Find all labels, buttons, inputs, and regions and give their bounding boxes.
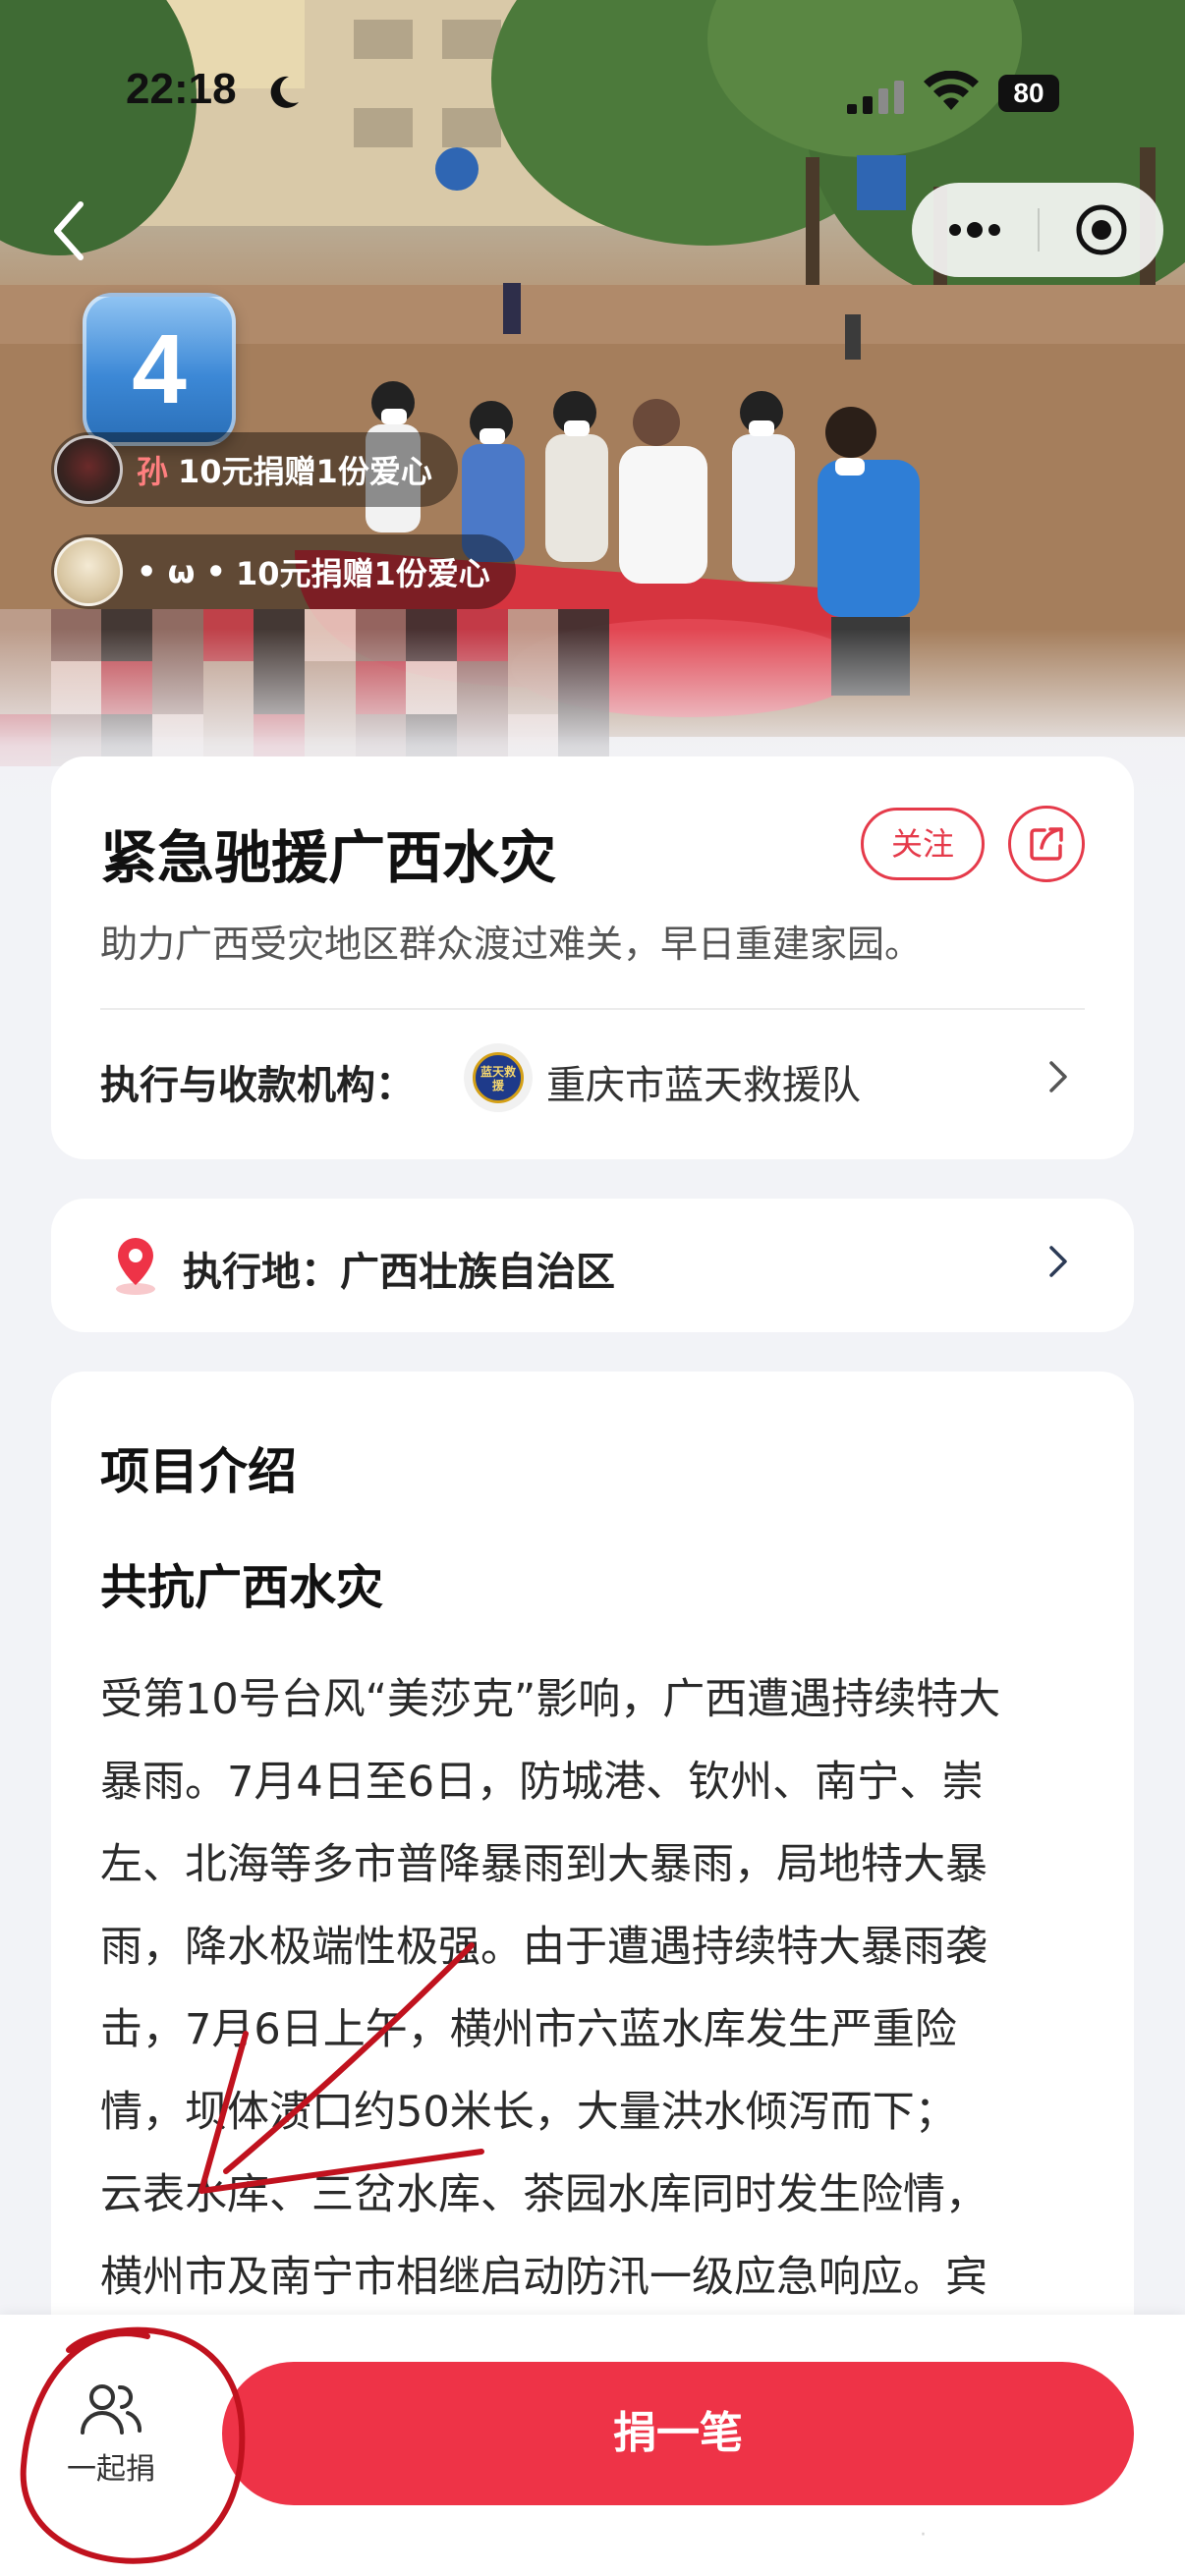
avatar (54, 435, 123, 504)
target-close-icon (1076, 204, 1127, 255)
intro-line: 云表水库、三岔水库、茶园水库同时发生险情， (100, 2170, 988, 2219)
share-icon (1030, 827, 1063, 861)
donate-together-label: 一起捐 (67, 2452, 155, 2487)
cellular-signal-icon (847, 81, 904, 114)
chevron-right-icon[interactable] (1045, 1057, 1071, 1096)
bottom-action-bar: 一起捐 捐一笔 (0, 2315, 1185, 2576)
org-logo-badge: 蓝天救援 (473, 1052, 524, 1103)
org-label: 执行与收款机构： (100, 1063, 415, 1108)
section-heading: 项目介绍 (100, 1443, 297, 1500)
intro-line: 横州市及南宁市相继启动防汛一级应急响应。宾 (100, 2253, 988, 2302)
miniprogram-capsule (912, 183, 1163, 277)
rank-badge: 4 (83, 293, 236, 446)
status-time: 22:18 (126, 65, 237, 113)
divider (100, 1008, 1085, 1010)
org-logo[interactable]: 蓝天救援 (464, 1043, 533, 1112)
intro-line: 情，坝体溃口约50米长，大量洪水倾泻而下； (100, 2088, 957, 2137)
intro-paragraph: 受第10号台风“美莎克”影响，广西遭遇持续特大 暴雨。7月4日至6日，防城港、钦… (100, 1658, 1093, 2319)
donor-name: • ω • (137, 553, 226, 590)
donation-message: 10元捐赠1份爱心 (178, 453, 432, 490)
donate-together-button[interactable]: 一起捐 (47, 2381, 175, 2509)
location-pin-icon (116, 1238, 155, 1295)
project-summary-card: 紧急驰援广西水灾 关注 助力广西受灾地区群众渡过难关，早日重建家园。 执行与收款… (51, 756, 1134, 1159)
org-name-link[interactable]: 重庆市蓝天救援队 (546, 1053, 861, 1110)
follow-button[interactable]: 关注 (861, 808, 985, 880)
share-button[interactable] (1008, 806, 1085, 882)
avatar (54, 537, 123, 606)
intro-line: 左、北海等多市普降暴雨到大暴雨，局地特大暴 (100, 1840, 988, 1889)
intro-line: 雨，降水极端性极强。由于遭遇持续特大暴雨袭 (100, 1923, 988, 1972)
chevron-right-icon (1049, 1246, 1067, 1277)
intro-line: 受第10号台风“美莎克”影响，广西遭遇持续特大 (100, 1675, 1001, 1724)
location-card[interactable]: 执行地：广西壮族自治区 (51, 1199, 1134, 1332)
wifi-icon (924, 71, 979, 110)
donor-name: 孙 (137, 453, 169, 490)
watermark: · (920, 2523, 927, 2548)
location-label: 执行地：广西壮族自治区 (183, 1250, 615, 1295)
more-dots-icon (949, 222, 1000, 238)
donation-message: 10元捐赠1份爱心 (236, 555, 490, 592)
donate-button[interactable]: 捐一笔 (222, 2362, 1134, 2505)
project-title: 紧急驰援广西水灾 (100, 824, 557, 891)
donation-ticker-item: 孙 10元捐赠1份爱心 (51, 432, 458, 507)
section-subheading: 共抗广西水灾 (100, 1560, 384, 1615)
moon-icon (270, 76, 299, 108)
project-subtitle: 助力广西受灾地区群众渡过难关，早日重建家园。 (100, 923, 923, 966)
group-users-icon (81, 2384, 141, 2435)
more-button[interactable] (912, 183, 1038, 277)
close-miniprogram-button[interactable] (1040, 183, 1163, 277)
back-icon[interactable] (47, 196, 90, 265)
battery-indicator: 80 (998, 75, 1059, 112)
donation-ticker-item: • ω • 10元捐赠1份爱心 (51, 534, 516, 609)
intro-line: 暴雨。7月4日至6日，防城港、钦州、南宁、崇 (100, 1758, 985, 1807)
intro-line: 击，7月6日上午，横州市六蓝水库发生严重险 (100, 2005, 957, 2054)
